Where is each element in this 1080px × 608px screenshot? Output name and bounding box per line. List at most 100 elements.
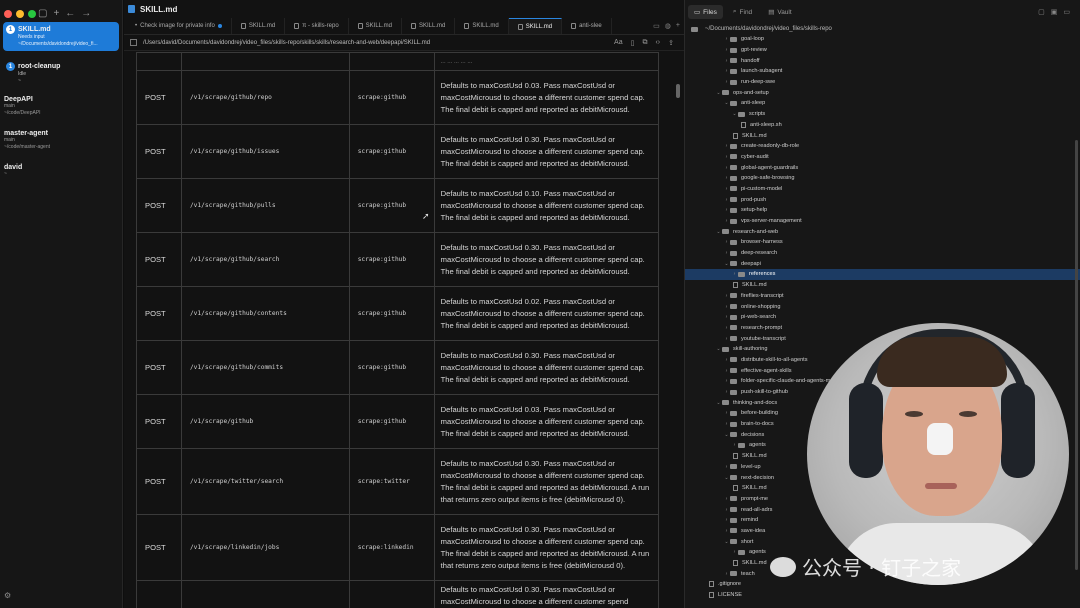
tree-item-label: vps-server-management xyxy=(741,218,802,225)
globe-icon[interactable]: ◍ xyxy=(665,22,671,30)
endpoint-table: ... ... ... ... ... POST/v1/scrape/githu… xyxy=(136,52,660,608)
tree-folder[interactable]: › handoff xyxy=(685,55,1080,66)
folder-icon xyxy=(730,58,737,64)
tree-folder[interactable]: › deep-research xyxy=(685,248,1080,259)
chevron-right-icon: › xyxy=(725,250,728,257)
tab-label: SKILL.md xyxy=(525,23,553,30)
tree-file[interactable]: SKILL.md xyxy=(685,280,1080,291)
chevron-right-icon: › xyxy=(725,153,728,160)
endpoint-description: Defaults to maxCostUsd 0.02. Pass maxCos… xyxy=(433,286,660,341)
session-title: david xyxy=(4,164,23,171)
editor-pane: SKILL.md • Check image for private info SK… xyxy=(124,0,684,608)
tree-folder[interactable]: ⌄ ops-and-setup xyxy=(685,87,1080,98)
new-file-icon[interactable]: ▢ xyxy=(1038,8,1045,16)
editor-tab[interactable]: SKILL.md xyxy=(455,18,509,34)
tree-folder[interactable]: › browser-harness xyxy=(685,237,1080,248)
tree-folder[interactable]: › fireflies-transcript xyxy=(685,291,1080,302)
font-size-button[interactable]: Aa xyxy=(614,39,623,47)
explorer-scrollbar[interactable] xyxy=(1075,140,1078,570)
forward-arrow-icon[interactable]: → xyxy=(81,8,91,19)
tree-item-label: decisions xyxy=(741,431,765,438)
settings-icon[interactable]: ⚙ xyxy=(4,591,11,600)
http-method: POST xyxy=(136,232,182,287)
folder-icon xyxy=(730,475,737,481)
file-icon xyxy=(733,282,738,289)
minimize-window-button[interactable] xyxy=(16,10,24,18)
file-tab-icon xyxy=(517,23,523,30)
file-icon xyxy=(733,132,738,139)
editor-tab[interactable]: π - skills-repo xyxy=(285,18,349,34)
session-item[interactable]: david ~ xyxy=(4,164,22,178)
endpoint-path: /v1/scrape/github/issues xyxy=(180,124,350,179)
editor-window-title: SKILL.md xyxy=(140,4,178,14)
editor-tab[interactable]: SKILL.md xyxy=(349,18,403,34)
search-icon: ⌕ xyxy=(732,8,737,15)
file-tab-icon xyxy=(294,23,300,29)
collapse-icon[interactable]: ▭ xyxy=(1063,8,1070,16)
tree-folder[interactable]: › references xyxy=(685,269,1080,280)
tree-folder[interactable]: ⌄ anti-sleep xyxy=(685,98,1080,109)
chevron-right-icon: › xyxy=(725,495,728,502)
editor-tab[interactable]: SKILL.md xyxy=(508,18,563,34)
tree-folder[interactable]: › prod-push xyxy=(685,194,1080,205)
tree-folder[interactable]: ⌄ deepapi xyxy=(685,258,1080,269)
tree-folder[interactable]: › create-readonly-db-role xyxy=(685,141,1080,152)
folder-icon xyxy=(730,165,737,171)
tab-vault[interactable]: ▤ Vault xyxy=(762,5,798,19)
tree-folder[interactable]: › research-prompt xyxy=(685,323,1080,334)
endpoint-description: Defaults to maxCostUsd 0.30. Pass maxCos… xyxy=(433,124,660,179)
session-item[interactable]: master-agent main ~/code/master-agent xyxy=(4,130,50,151)
tree-item-label: SKILL.md xyxy=(742,453,767,460)
tree-folder[interactable]: › setup-help xyxy=(685,205,1080,216)
endpoint-description: Defaults to maxCostUsd 0.30. Pass maxCos… xyxy=(433,448,660,515)
chevron-right-icon: › xyxy=(725,410,728,417)
zoom-window-button[interactable] xyxy=(28,10,36,18)
editor-scrollbar[interactable] xyxy=(676,84,680,98)
session-item[interactable]: DeepAPI main ~/code/DeepAPI xyxy=(4,96,41,117)
tree-folder[interactable]: › global-agent-guardrails xyxy=(685,162,1080,173)
code-icon[interactable]: ‹› xyxy=(655,39,660,47)
editor-tab[interactable]: anti-slee xyxy=(562,18,612,34)
session-item[interactable]: 1 root-cleanup Idle ~ xyxy=(3,59,119,88)
tree-folder[interactable]: › vps-server-management xyxy=(685,216,1080,227)
tree-folder[interactable]: › google-safe-browsing xyxy=(685,173,1080,184)
tab-label: Check image for private info xyxy=(140,23,215,29)
editor-tab[interactable]: • Check image for private info xyxy=(126,18,232,34)
close-window-button[interactable] xyxy=(4,10,12,18)
tree-file[interactable]: SKILL.md xyxy=(685,130,1080,141)
tree-folder[interactable]: ⌄ scripts xyxy=(685,109,1080,120)
tree-folder[interactable]: › goal-loop xyxy=(685,34,1080,45)
tree-folder[interactable]: › run-deep-swe xyxy=(685,77,1080,88)
tree-item-label: launch-subagent xyxy=(741,68,783,75)
tree-folder[interactable]: › gpt-review xyxy=(685,45,1080,56)
book-icon[interactable]: ▯ xyxy=(631,39,635,47)
tree-file[interactable]: anti-sleep.sh xyxy=(685,120,1080,131)
editor-tab[interactable]: SKILL.md xyxy=(232,18,286,34)
tab-find[interactable]: ⌕ Find xyxy=(727,5,758,19)
new-session-icon[interactable]: + xyxy=(53,8,59,19)
tree-folder[interactable]: › cyber-audit xyxy=(685,152,1080,163)
copy-icon[interactable]: ⧉ xyxy=(642,39,647,47)
chevron-right-icon: › xyxy=(725,314,728,321)
new-tab-icon[interactable]: + xyxy=(676,22,680,30)
split-view-icon[interactable]: ▭ xyxy=(653,22,660,30)
folder-icon xyxy=(730,239,737,245)
back-arrow-icon[interactable]: ← xyxy=(65,8,75,19)
new-folder-icon[interactable]: ▣ xyxy=(1051,8,1058,16)
table-row: POST/v1/scrape/twitter/search scrape:twit… xyxy=(136,448,660,515)
tab-label: SKILL.md xyxy=(248,23,276,29)
sidebar-toggle-icon[interactable]: ▢ xyxy=(38,8,47,19)
explorer-root-path[interactable]: ~/Documents/davidondrej/video_files/skil… xyxy=(685,24,1080,34)
share-icon[interactable]: ⇪ xyxy=(668,39,674,47)
editor-tab[interactable]: SKILL.md xyxy=(402,18,456,34)
session-item[interactable]: 1 SKILL.md Needs input ~/Documents/davidond… xyxy=(3,22,119,51)
tab-files[interactable]: ▭ Files xyxy=(688,5,723,19)
endpoint-scope: scrape:github xyxy=(348,232,435,287)
tree-folder[interactable]: › online-shopping xyxy=(685,301,1080,312)
endpoint-path: /v1/scrape/github/search xyxy=(180,232,350,287)
tree-file[interactable]: LICENSE xyxy=(685,590,1080,601)
tree-folder[interactable]: › pi-web-search xyxy=(685,312,1080,323)
tree-folder[interactable]: › launch-subagent xyxy=(685,66,1080,77)
tree-folder[interactable]: ⌄ research-and-web xyxy=(685,226,1080,237)
tree-folder[interactable]: › pi-custom-model xyxy=(685,184,1080,195)
